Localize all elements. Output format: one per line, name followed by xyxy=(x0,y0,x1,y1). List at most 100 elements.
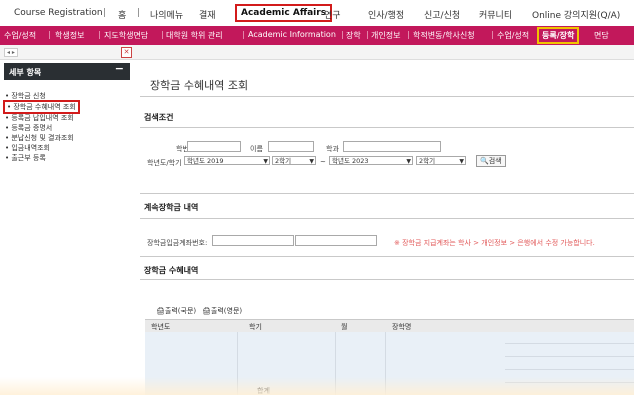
sidebar-item-label: 입금내역조회 xyxy=(11,144,50,152)
range-separator: ~ xyxy=(320,158,326,166)
semester-from-select[interactable]: 2학기 ▼ xyxy=(272,156,316,165)
top-nav-approval[interactable]: 결재 xyxy=(199,8,216,21)
sub-nav-separator: | xyxy=(341,30,344,39)
sidebar-item-tuition-certificate[interactable]: • 등록금 증명서 xyxy=(5,123,52,133)
top-nav-community[interactable]: 커뮤니티 xyxy=(479,8,512,21)
sub-nav-courses-grades[interactable]: 수업/성적 xyxy=(4,30,36,41)
sub-nav-meeting[interactable]: 면담 xyxy=(594,30,609,41)
sub-nav-personal-info[interactable]: 개인정보 xyxy=(371,30,400,41)
divider xyxy=(140,96,634,97)
top-nav: Course Registration | 홈 | 나의메뉴 결재 Academ… xyxy=(0,0,634,26)
chevron-down-icon: ▼ xyxy=(263,158,268,165)
column-header-month: 월 xyxy=(341,323,348,331)
sidebar: 세부 항목 − • 장학금 신청 • 장학금 수혜내역 조회 • 등록금 납입내… xyxy=(0,60,131,395)
divider xyxy=(140,193,634,194)
sub-nav-student-info[interactable]: 학생정보 xyxy=(55,30,84,41)
grid-header: 학년도 학기 월 장학명 xyxy=(145,319,634,333)
term-label: 학년도/학기 xyxy=(147,159,182,167)
history-section-title: 장학금 수혜내역 xyxy=(144,266,199,275)
semester-to-select[interactable]: 2학기 ▼ xyxy=(416,156,466,165)
account-notice: ※ 장학금 지급계좌는 학사 > 개인정보 > 은행에서 수정 가능합니다. xyxy=(394,239,595,247)
chevron-down-icon: ▼ xyxy=(309,158,314,165)
chevron-down-icon: ▼ xyxy=(406,158,411,165)
divider xyxy=(140,127,634,128)
department-input[interactable] xyxy=(343,141,441,152)
department-label: 학과 xyxy=(326,145,339,153)
sidebar-item-deposit-history[interactable]: • 입금내역조회 xyxy=(5,143,50,153)
sub-nav-courses-grades-2[interactable]: 수업/성적 xyxy=(497,30,529,41)
sub-nav-separator: | xyxy=(366,30,369,39)
print-english-label: 출력(영문) xyxy=(210,307,243,315)
name-input[interactable] xyxy=(268,141,314,152)
divider xyxy=(140,256,634,257)
divider xyxy=(140,279,634,280)
top-nav-research[interactable]: 연구 xyxy=(324,8,341,21)
account-section-title: 계속장학금 내역 xyxy=(144,203,199,212)
sub-nav-academic-information[interactable]: Academic Information xyxy=(248,30,336,39)
top-nav-hr-admin[interactable]: 인사/행정 xyxy=(368,8,404,21)
bottom-glow xyxy=(0,377,634,395)
top-nav-course-registration[interactable]: Course Registration xyxy=(14,8,103,18)
year-from-value: 학년도 2019 xyxy=(187,157,224,165)
sidebar-item-label: 등록금 증명서 xyxy=(11,124,53,132)
sidebar-item-scholarship-history[interactable]: • 장학금 수혜내역 조회 xyxy=(3,100,80,114)
search-section-title: 검색조건 xyxy=(144,113,174,122)
sub-nav: 수업/성적 | 학생정보 | 지도학생면담 | 대학원 학위 관리 | Acad… xyxy=(0,26,634,45)
close-icon[interactable]: ✕ xyxy=(121,47,132,58)
printer-icon: 🖨 xyxy=(202,307,211,315)
semester-to-value: 2학기 xyxy=(419,157,436,165)
divider xyxy=(140,218,634,219)
sidebar-item-label: 장학금 신청 xyxy=(11,92,46,100)
print-korean-label: 출력(국문) xyxy=(164,307,197,315)
sub-nav-separator: | xyxy=(98,30,101,39)
tab-scroll-buttons[interactable]: ◂ ▸ xyxy=(4,48,18,57)
printer-icon: 🖨 xyxy=(156,307,165,315)
sub-nav-status-change[interactable]: 학적변동/학사신청 xyxy=(413,30,475,41)
name-label: 이름 xyxy=(250,145,263,153)
column-header-year: 학년도 xyxy=(151,323,171,331)
sub-nav-graduate-degree[interactable]: 대학원 학위 관리 xyxy=(166,30,223,41)
sub-nav-registration-scholarship[interactable]: 등록/장학 xyxy=(537,27,580,44)
collapse-icon[interactable]: − xyxy=(115,62,124,75)
account-label: 장학금입금계좌번호: xyxy=(147,239,208,247)
sidebar-item-attendance[interactable]: • 출근부 등록 xyxy=(5,153,46,163)
sub-nav-separator: | xyxy=(161,30,164,39)
semester-from-value: 2학기 xyxy=(275,157,292,165)
print-korean-button[interactable]: 🖨출력(국문) xyxy=(156,306,196,316)
top-nav-my-menu[interactable]: 나의메뉴 xyxy=(150,8,183,21)
sub-nav-advisee-meeting[interactable]: 지도학생면담 xyxy=(104,30,148,41)
sidebar-item-label: 장학금 수혜내역 조회 xyxy=(13,103,76,111)
top-nav-academic-affairs[interactable]: Academic Affairs xyxy=(235,4,333,22)
sub-nav-scholarship[interactable]: 장학 xyxy=(346,30,361,41)
bank-field xyxy=(212,235,294,246)
print-english-button[interactable]: 🖨출력(영문) xyxy=(202,306,242,316)
search-button-label: 검색 xyxy=(488,157,502,165)
sidebar-item-label: 등록금 납입내역 조회 xyxy=(11,114,74,122)
sub-nav-separator: | xyxy=(242,30,245,39)
top-nav-home[interactable]: 홈 xyxy=(118,8,126,21)
student-id-input[interactable] xyxy=(187,141,241,152)
search-icon: 🔍 xyxy=(480,157,489,165)
column-header-semester: 학기 xyxy=(249,323,262,331)
sidebar-title: 세부 항목 xyxy=(9,68,42,77)
top-nav-separator: | xyxy=(103,8,107,18)
column-header-scholarship-name: 장학명 xyxy=(392,323,412,331)
sidebar-item-label: 출근부 등록 xyxy=(11,154,46,162)
sub-nav-separator: | xyxy=(491,30,494,39)
grid-row-line xyxy=(505,343,634,344)
year-to-select[interactable]: 학년도 2023 ▼ xyxy=(329,156,413,165)
top-nav-online-support[interactable]: Online 강의지원(Q/A) xyxy=(532,8,620,21)
sidebar-item-installment[interactable]: • 분납신청 및 결과조회 xyxy=(5,133,74,143)
sidebar-item-label: 분납신청 및 결과조회 xyxy=(11,134,74,142)
year-from-select[interactable]: 학년도 2019 ▼ xyxy=(184,156,270,165)
account-number-field xyxy=(295,235,377,246)
year-to-value: 학년도 2023 xyxy=(332,157,369,165)
sub-nav-separator: | xyxy=(407,30,410,39)
tab-bar: ◂ ▸ ✕ xyxy=(0,45,634,60)
sidebar-item-tuition-payments[interactable]: • 등록금 납입내역 조회 xyxy=(5,113,74,123)
search-button[interactable]: 🔍검색 xyxy=(476,155,506,167)
grid-row-line xyxy=(505,356,634,357)
chevron-down-icon: ▼ xyxy=(459,158,464,165)
top-nav-separator: | xyxy=(137,8,141,18)
top-nav-reports[interactable]: 신고/신청 xyxy=(424,8,460,21)
